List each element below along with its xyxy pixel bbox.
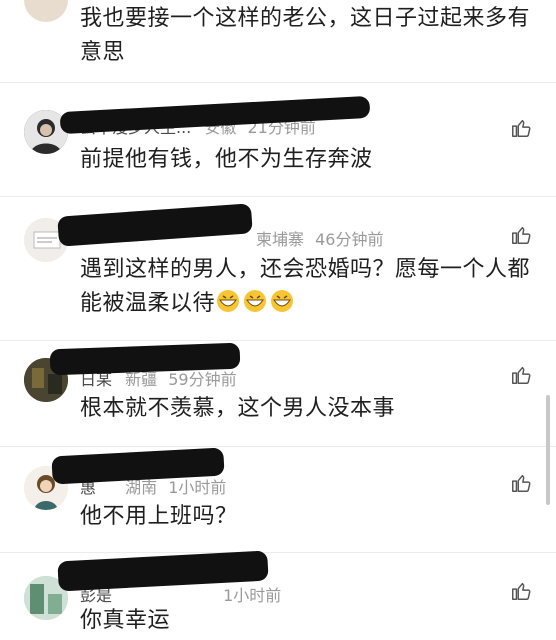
- comment-time: 1小时前: [168, 478, 227, 497]
- comment-text: 遇到这样的男人，还会恐婚吗？愿每一个人都能被温柔以待: [80, 253, 530, 325]
- comment-time: 46分钟前: [315, 230, 384, 249]
- avatar[interactable]: [24, 0, 68, 22]
- comment-text: 我也要接一个这样的老公，这日子过起来多有意思: [80, 6, 531, 65]
- divider: [0, 196, 556, 197]
- scrollbar[interactable]: [546, 395, 550, 505]
- thumbs-up-icon: [512, 474, 531, 492]
- grin-emoji-icon: [215, 288, 295, 325]
- comment-time: 59分钟前: [168, 370, 237, 389]
- thumbs-up-icon: [512, 119, 531, 137]
- like-button[interactable]: [510, 224, 532, 246]
- like-button[interactable]: [510, 117, 532, 139]
- commenter-location: 柬埔寨: [256, 230, 305, 249]
- divider: [0, 552, 556, 553]
- comment-text-body: 遇到这样的男人，还会恐婚吗？愿每一个人都能被温柔以待: [80, 257, 531, 316]
- thumbs-up-icon: [512, 226, 531, 244]
- comment-text: 你真幸运: [80, 608, 171, 633]
- thumbs-up-icon: [512, 582, 531, 600]
- comment-text: 根本就不羡慕，这个男人没本事: [80, 396, 396, 421]
- comment-time: 1小时前: [223, 586, 282, 605]
- divider: [0, 446, 556, 447]
- like-button[interactable]: [510, 472, 532, 494]
- comment-text: 他不用上班吗？: [80, 504, 238, 529]
- thumbs-up-icon: [512, 366, 531, 384]
- like-button[interactable]: [510, 580, 532, 602]
- divider: [0, 340, 556, 341]
- comment-text: 前提他有钱，他不为生存奔波: [80, 147, 373, 172]
- like-button[interactable]: [510, 364, 532, 386]
- divider: [0, 82, 556, 83]
- commenter-location: 湖南: [125, 478, 158, 497]
- commenter-location: 新疆: [125, 370, 158, 389]
